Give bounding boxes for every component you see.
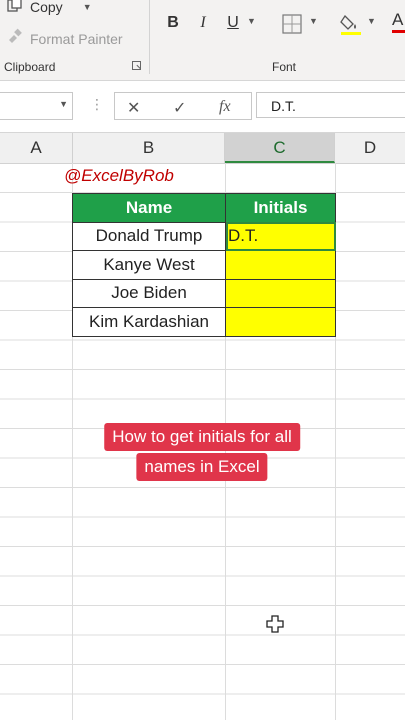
column-headers: A B C D xyxy=(0,132,405,164)
format-painter-button[interactable]: Format Painter xyxy=(6,28,123,49)
initials-cell[interactable] xyxy=(225,278,336,308)
drag-handle-icon[interactable]: ⋮ xyxy=(90,96,104,113)
clipboard-group-label: Clipboard xyxy=(4,60,56,74)
caption-banner: How to get initials for all names in Exc… xyxy=(78,423,326,485)
table-row: Kanye West xyxy=(72,250,336,280)
table-row: Joe Biden xyxy=(72,278,336,308)
dialog-launcher-icon[interactable] xyxy=(132,61,141,70)
column-header-c[interactable]: C xyxy=(225,133,335,163)
format-painter-label: Format Painter xyxy=(30,30,123,47)
fill-color-icon[interactable] xyxy=(340,12,362,41)
caption-line-2: names in Excel xyxy=(136,453,268,481)
enter-icon[interactable]: ✓ xyxy=(173,98,186,118)
table-row: Kim Kardashian xyxy=(72,307,336,337)
watermark-handle: @ExcelByRob xyxy=(64,166,174,185)
names-table: Name Initials Donald Trump D.T. Kanye We… xyxy=(72,193,336,337)
name-cell[interactable]: Donald Trump xyxy=(72,221,226,251)
chevron-down-icon[interactable]: ▼ xyxy=(83,2,92,12)
insert-function-icon[interactable]: fx xyxy=(219,98,231,116)
font-color-swatch xyxy=(392,30,405,33)
header-initials[interactable]: Initials xyxy=(225,193,336,223)
cell-cursor-icon xyxy=(266,615,284,633)
font-group-label: Font xyxy=(272,60,297,74)
column-header-b[interactable]: B xyxy=(73,133,225,163)
formula-actions: ✕ ✓ fx xyxy=(114,92,252,120)
name-cell[interactable]: Kim Kardashian xyxy=(72,307,226,337)
column-header-a[interactable]: A xyxy=(0,133,73,163)
underline-button[interactable]: U xyxy=(222,14,244,32)
column-header-d[interactable]: D xyxy=(335,133,405,163)
name-cell[interactable]: Kanye West xyxy=(72,250,226,280)
name-cell[interactable]: Joe Biden xyxy=(72,278,226,308)
header-name[interactable]: Name xyxy=(72,193,226,223)
ribbon: Copy ▼ Format Painter Clipboard B I U ▼ … xyxy=(0,0,405,81)
formula-input[interactable]: D.T. xyxy=(256,92,405,118)
name-box[interactable]: ▼ xyxy=(0,92,73,120)
copy-button[interactable]: Copy ▼ xyxy=(6,0,92,17)
font-color-letter: A xyxy=(392,10,404,29)
chevron-down-icon[interactable]: ▼ xyxy=(59,99,68,109)
table-header-row: Name Initials xyxy=(72,193,336,223)
formula-bar: ▼ ⋮ ✕ ✓ fx D.T. xyxy=(0,88,405,124)
caption-line-1: How to get initials for all xyxy=(104,423,300,451)
initials-cell[interactable] xyxy=(225,250,336,280)
table-row: Donald Trump D.T. xyxy=(72,221,336,251)
paintbrush-icon xyxy=(6,28,24,49)
initials-cell[interactable] xyxy=(225,307,336,337)
initials-cell-active[interactable]: D.T. xyxy=(225,221,336,251)
chevron-down-icon[interactable]: ▼ xyxy=(309,16,318,26)
chevron-down-icon[interactable]: ▼ xyxy=(367,16,376,26)
borders-icon[interactable] xyxy=(282,14,302,39)
font-color-button[interactable]: A xyxy=(392,10,405,33)
cancel-icon[interactable]: ✕ xyxy=(127,98,140,118)
bold-button[interactable]: B xyxy=(162,14,184,32)
group-divider xyxy=(149,0,150,74)
copy-label: Copy xyxy=(30,0,63,15)
chevron-down-icon[interactable]: ▼ xyxy=(247,16,256,26)
italic-button[interactable]: I xyxy=(192,14,214,32)
copy-icon xyxy=(6,0,24,17)
